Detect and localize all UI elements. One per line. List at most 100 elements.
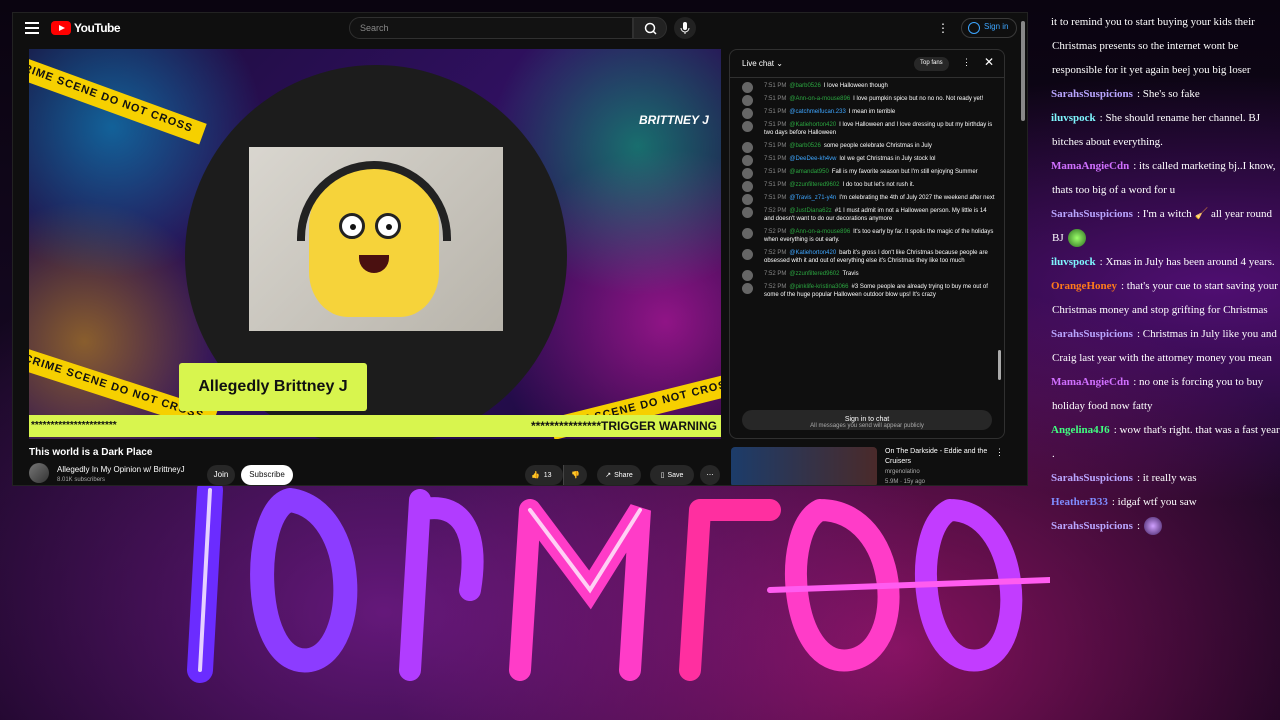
chat-author[interactable]: @Katiehorton420 [789,250,836,256]
page-scrollbar[interactable] [1021,21,1025,121]
chat-author[interactable]: @barb0526 [789,83,820,89]
search-button[interactable] [633,17,667,39]
chat-message: 7:51 PM @Katiehorton420 I love Halloween a… [730,121,1004,137]
chat-header: Live chat ⌄ Top fans ⋮ ✕ [730,50,1004,78]
chat-avatar[interactable] [742,270,753,281]
chat-text: some people celebrate Christmas in July [823,143,932,149]
recommended-title[interactable]: On The Darkside - Eddie and the Cruisers [885,447,995,467]
chat-message: 7:52 PM @zzunfiltered9602 Travis [730,270,1004,281]
chat-scrollbar[interactable] [998,350,1001,380]
overlay-chat-line: it to remind you to start buying your ki… [1040,10,1280,82]
overlay-chat-line: HeatherB33: idgaf wtf you saw [1040,490,1280,514]
more-actions-button[interactable]: ⋯ [700,465,720,485]
chat-avatar[interactable] [742,194,753,205]
emote-icon [1067,229,1086,248]
chat-time: 7:52 PM [764,208,787,214]
chat-mode-dropdown[interactable]: Live chat ⌄ [742,59,783,68]
chat-text: I do too but let's not rush it. [842,182,915,188]
chat-text: I love pumpkin spice but no no no. Not r… [853,96,984,102]
chat-author[interactable]: @JustDiana62z [789,208,831,214]
chat-author[interactable]: @amandat950 [789,169,828,175]
chat-time: 7:52 PM [764,250,787,256]
live-chat-panel: Live chat ⌄ Top fans ⋮ ✕ 7:51 PM @barb052… [729,49,1005,439]
chat-avatar[interactable] [742,121,753,132]
channel-name[interactable]: Allegedly In My Opinion w/ BrittneyJ [57,465,185,474]
chat-avatar[interactable] [742,82,753,93]
overlay-chat-line: OrangeHoney: that's your cue to start sa… [1040,274,1280,322]
chat-time: 7:51 PM [764,169,787,175]
top-fans-button[interactable]: Top fans [914,57,949,71]
chat-time: 7:51 PM [764,83,787,89]
chat-author[interactable]: @Katiehorton420 [789,122,836,128]
chat-avatar[interactable] [742,207,753,218]
neon-background-art [187,477,1050,683]
channel-avatar[interactable] [29,463,49,483]
chat-author[interactable]: @zzunfiltered9602 [789,182,839,188]
chat-avatar[interactable] [742,155,753,166]
strip-left-text: ********************** [31,420,117,431]
menu-icon[interactable] [25,22,39,34]
chevron-down-icon: ⌄ [776,59,783,68]
share-label: Share [614,471,633,479]
dislike-button[interactable]: 👎 [563,465,587,485]
recommended-menu-icon[interactable]: ⋮ [995,447,1004,458]
chat-time: 7:51 PM [764,143,787,149]
voice-search-button[interactable] [674,17,696,39]
left-eye [339,213,365,239]
overlay-chat-username: SarahsSuspicions [1051,208,1133,220]
chat-message: 7:52 PM @Ann-on-a-mouse896 It's too early … [730,228,1004,244]
chat-author[interactable]: @catchmeifucan.233 [789,109,845,115]
sign-in-button[interactable]: Sign in [961,18,1018,38]
chat-avatar[interactable] [742,108,753,119]
chat-author[interactable]: @barb0526 [789,143,820,149]
overlay-chat-text: : Xmas in July has been around 4 years. [1099,256,1275,268]
chat-message: 7:52 PM @JustDiana62z #1 I must admit im n… [730,207,1004,223]
chat-avatar[interactable] [742,95,753,106]
like-button[interactable]: 👍 13 [525,465,563,485]
overlay-chat-line: Angelina4J6: wow that's right. that was … [1040,418,1280,466]
chat-message: 7:51 PM @Ann-on-a-mouse896 I love pumpkin … [730,95,1004,106]
chat-public-note: All messages you send will appear public… [810,423,924,429]
chat-avatar[interactable] [742,142,753,153]
overlay-chat-username: SarahsSuspicions [1051,520,1133,532]
chat-avatar[interactable] [742,228,753,239]
search-input[interactable]: Search [349,17,633,39]
recommended-channel: mrgenolatino [885,469,920,475]
subscribe-button[interactable]: Subscribe [241,465,293,485]
thumbs-down-icon: 👎 [571,472,580,479]
chat-author[interactable]: @Ann-on-a-mouse896 [789,96,850,102]
chat-author[interactable]: @Travis_z71-y4n [789,195,836,201]
overlay-chat-username: Angelina4J6 [1051,424,1110,436]
chat-text: I love Halloween though [823,83,888,89]
save-button[interactable]: ▯ Save [650,465,694,485]
chat-avatar[interactable] [742,181,753,192]
chat-time: 7:51 PM [764,156,787,162]
settings-more-icon[interactable]: ⋮ [937,21,950,35]
chat-text: lol we get Christmas in July stock lol [839,156,936,162]
overlay-chat-line: SarahsSuspicions: it really was [1040,466,1280,490]
close-chat-icon[interactable]: ✕ [984,55,994,69]
chat-messages: 7:51 PM @barb0526 I love Halloween though 7… [730,82,1004,304]
chat-author[interactable]: @DeeDee-kh4vw [789,156,836,162]
chat-time: 7:51 PM [764,195,787,201]
chat-time: 7:51 PM [764,96,787,102]
chat-author[interactable]: @pinklife-kristina3066 [789,284,848,290]
chat-time: 7:52 PM [764,229,787,235]
share-button[interactable]: ↗ Share [597,465,641,485]
video-player[interactable]: CRIME SCENE DO NOT CROSS CRIME SCENE DO … [29,49,721,439]
join-button[interactable]: Join [207,465,235,485]
youtube-window: YouTube Search ⋮ Sign in CRIME SCENE DO … [12,12,1028,486]
chat-menu-icon[interactable]: ⋮ [962,57,971,68]
chat-author[interactable]: @zzunfiltered9602 [789,271,839,277]
chat-avatar[interactable] [742,249,753,260]
chat-avatar[interactable] [742,283,753,294]
overlay-chat-username: SarahsSuspicions [1051,472,1133,484]
like-count: 13 [543,471,552,479]
chat-author[interactable]: @Ann-on-a-mouse896 [789,229,850,235]
overlay-chat-username: HeatherB33 [1051,496,1108,508]
recommended-thumbnail[interactable] [731,447,877,485]
overlay-chat-username: SarahsSuspicions [1051,328,1133,340]
chat-avatar[interactable] [742,168,753,179]
youtube-logo[interactable]: YouTube [51,21,121,35]
overlay-chat-text: it to remind you to start buying your ki… [1051,16,1255,76]
